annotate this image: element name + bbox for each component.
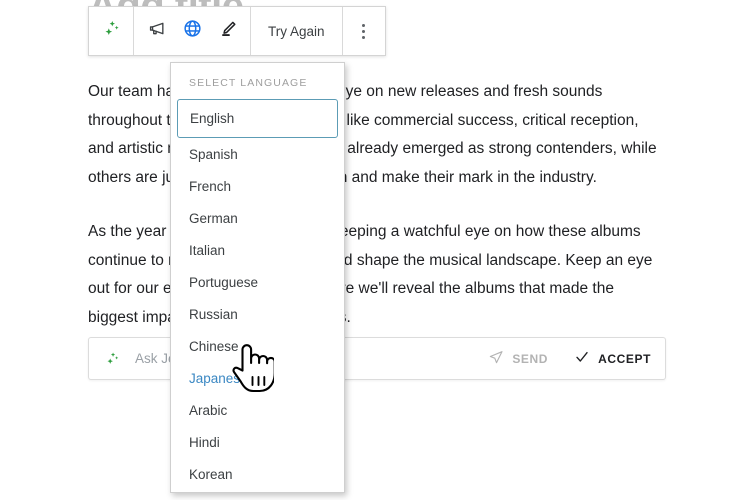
toolbar-group-retry: Try Again — [251, 7, 343, 55]
language-menu-heading: SELECT LANGUAGE — [189, 77, 308, 89]
language-dropdown-menu: SELECT LANGUAGE English Spanish French G… — [170, 62, 345, 493]
try-again-button[interactable]: Try Again — [255, 8, 338, 54]
toolbar-group-more — [343, 7, 385, 55]
edit-button[interactable] — [210, 8, 246, 54]
ai-assistant-toolbar: Try Again — [88, 6, 386, 56]
send-label: SEND — [512, 351, 549, 366]
kebab-menu-icon — [362, 23, 366, 39]
send-button[interactable]: SEND — [488, 349, 548, 368]
language-option-japanese[interactable]: Japanese — [171, 362, 344, 394]
accept-button[interactable]: ACCEPT — [574, 349, 651, 368]
language-option-french[interactable]: French — [171, 170, 344, 202]
language-option-arabic[interactable]: Arabic — [171, 394, 344, 426]
language-option-russian[interactable]: Russian — [171, 298, 344, 330]
ai-sparkle-button[interactable] — [93, 8, 129, 54]
toolbar-group-actions — [134, 7, 251, 55]
translate-button[interactable] — [174, 8, 210, 54]
megaphone-icon — [147, 19, 166, 43]
more-options-button[interactable] — [347, 8, 381, 54]
toolbar-group-assistant — [89, 7, 134, 55]
change-tone-button[interactable] — [138, 8, 174, 54]
language-option-spanish[interactable]: Spanish — [171, 138, 344, 170]
accept-label: ACCEPT — [598, 351, 651, 366]
language-option-english[interactable]: English — [177, 99, 338, 138]
language-option-hindi[interactable]: Hindi — [171, 426, 344, 458]
language-option-italian[interactable]: Italian — [171, 234, 344, 266]
pencil-icon — [219, 19, 238, 43]
language-option-german[interactable]: German — [171, 202, 344, 234]
language-option-portuguese[interactable]: Portuguese — [171, 266, 344, 298]
sparkle-icon — [101, 350, 123, 368]
check-icon — [574, 349, 590, 368]
language-option-chinese[interactable]: Chinese — [171, 330, 344, 362]
globe-icon — [182, 18, 203, 44]
sparkle-icon — [100, 18, 122, 45]
language-option-korean[interactable]: Korean — [171, 458, 344, 490]
send-icon — [488, 349, 504, 368]
